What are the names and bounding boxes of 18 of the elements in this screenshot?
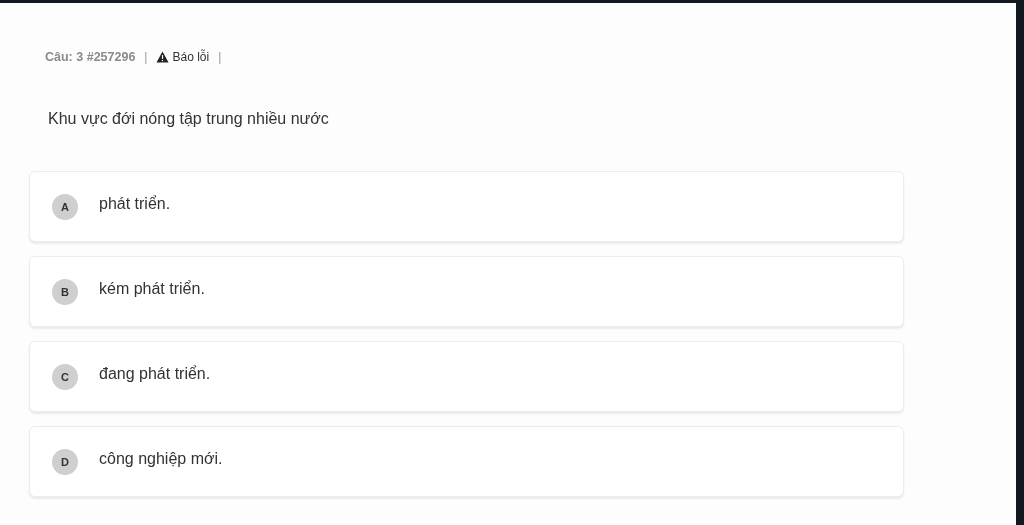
answer-option[interactable]: C đang phát triển.: [29, 341, 904, 412]
answer-option[interactable]: B kém phát triển.: [29, 256, 904, 327]
option-text: kém phát triển.: [99, 279, 205, 298]
answer-option[interactable]: A phát triển.: [29, 171, 904, 242]
report-error-link[interactable]: Báo lỗi: [156, 50, 210, 64]
question-number: Câu: 3 #257296: [45, 50, 136, 64]
warning-icon: [156, 51, 170, 63]
option-text: công nghiệp mới.: [99, 449, 223, 468]
option-letter: C: [52, 363, 78, 390]
option-letter: D: [52, 448, 78, 475]
option-letter: A: [52, 193, 78, 220]
answer-option[interactable]: D công nghiệp mới.: [29, 426, 904, 497]
separator: |: [144, 50, 148, 64]
option-letter: B: [52, 278, 78, 305]
question-text: Khu vực đới nóng tập trung nhiều nước: [48, 110, 330, 128]
option-text: đang phát triển.: [99, 364, 211, 383]
option-text: phát triển.: [99, 194, 171, 213]
separator: |: [218, 50, 222, 64]
